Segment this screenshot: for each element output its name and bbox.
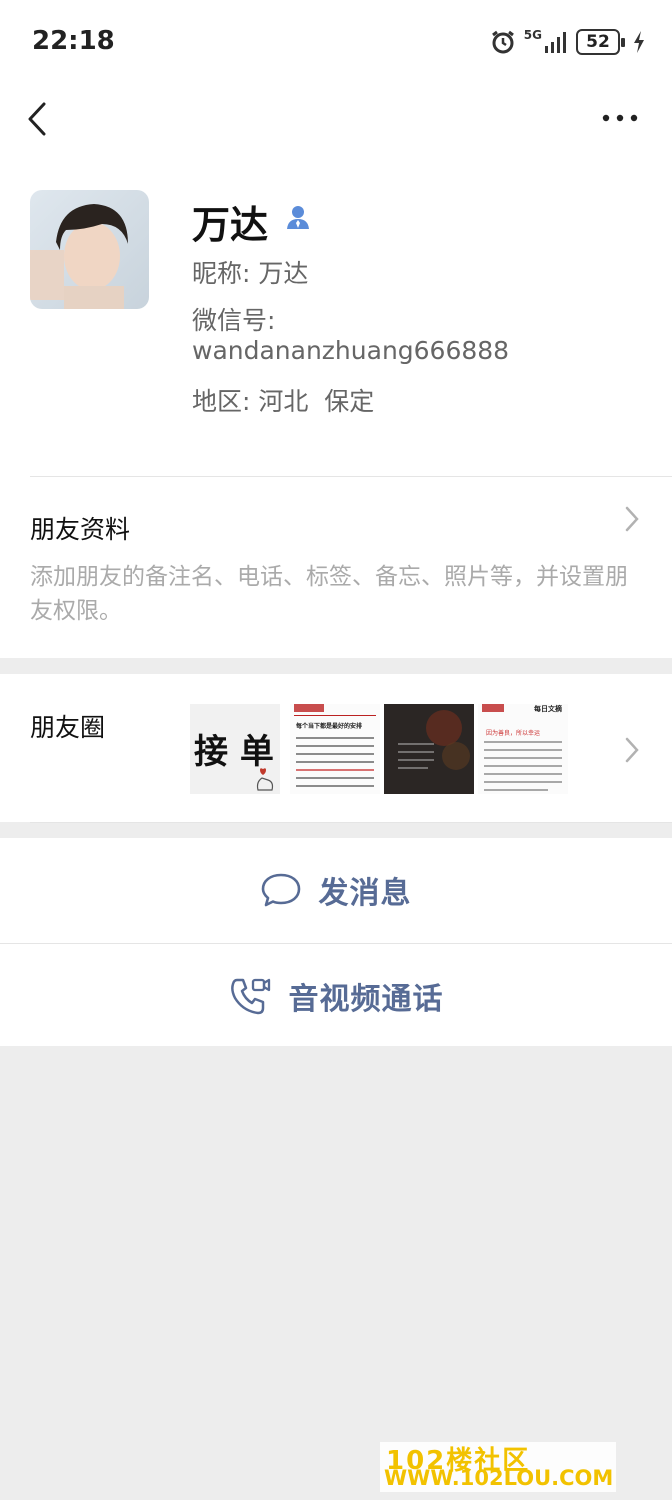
nav-bar [0,84,672,154]
moments-title: 朋友圈 [30,713,106,742]
alarm-icon [491,30,514,54]
nickname-row: 昵称: 万达 [192,254,308,290]
divider [30,822,672,823]
nickname-label: 昵称: [192,259,251,288]
thumb-masthead [482,704,504,712]
thumb-header: 每日文摘 [534,705,562,713]
watermark-line2: WWW.102LOU.COM [384,1466,614,1490]
signal-icon [545,32,566,53]
avatar[interactable] [30,190,149,309]
heart-hand-icon [256,768,274,791]
phone-video-icon [230,978,270,1015]
battery-icon: 52 [576,29,625,55]
chevron-right-icon [625,737,639,763]
watermark: 102楼社区 WWW.102LOU.COM [380,1442,616,1492]
battery-level: 52 [586,32,610,52]
thumb-text-lines [296,737,374,787]
send-message-button[interactable]: 发消息 [0,838,672,942]
clock: 22:18 [32,26,115,56]
chat-bubble-icon [261,873,300,907]
chevron-right-icon [625,506,639,532]
back-icon[interactable] [22,96,62,142]
moments-thumb-4[interactable]: 每日文摘 因为善良，所以幸运 [478,704,568,794]
user-icon [287,206,309,229]
send-message-label: 发消息 [318,876,412,911]
av-call-button[interactable]: 音视频通话 [0,944,672,1048]
region-label: 地区: [192,387,251,416]
av-call-label: 音视频通话 [288,982,444,1017]
thumb-header: 每个当下都是最好的安排 [296,723,363,730]
moments-thumb-1[interactable]: 接 单 [190,704,280,794]
thumb-masthead [294,704,324,712]
status-bar: 22:18 5G 52 [0,0,672,84]
wechat-id-value[interactable]: wandananzhuang666888 [192,336,509,365]
status-icons: 5G 52 [490,26,646,58]
nickname-value: 万达 [258,259,309,288]
profile-name: 万达 [192,203,269,247]
more-icon[interactable] [600,104,644,132]
thumb-text-lines [484,741,562,791]
moments-thumb-2[interactable]: 每个当下都是最好的安排 [290,704,380,794]
region-value: 河北 保定 [258,387,375,416]
thumb-rule [294,715,376,716]
wechat-id-label: 微信号: [192,306,276,335]
network-type: 5G [523,28,542,42]
moments-thumb-3[interactable] [384,704,474,794]
region-row: 地区: 河北 保定 [192,382,374,418]
thumb-photo [384,704,474,794]
charging-icon [634,31,644,53]
thumb-subheader: 因为善良，所以幸运 [486,730,541,737]
friend-info-desc: 添加朋友的备注名、电话、标签、备忘、照片等，并设置朋友权限。 [30,564,628,624]
friend-info-title: 朋友资料 [30,515,131,544]
